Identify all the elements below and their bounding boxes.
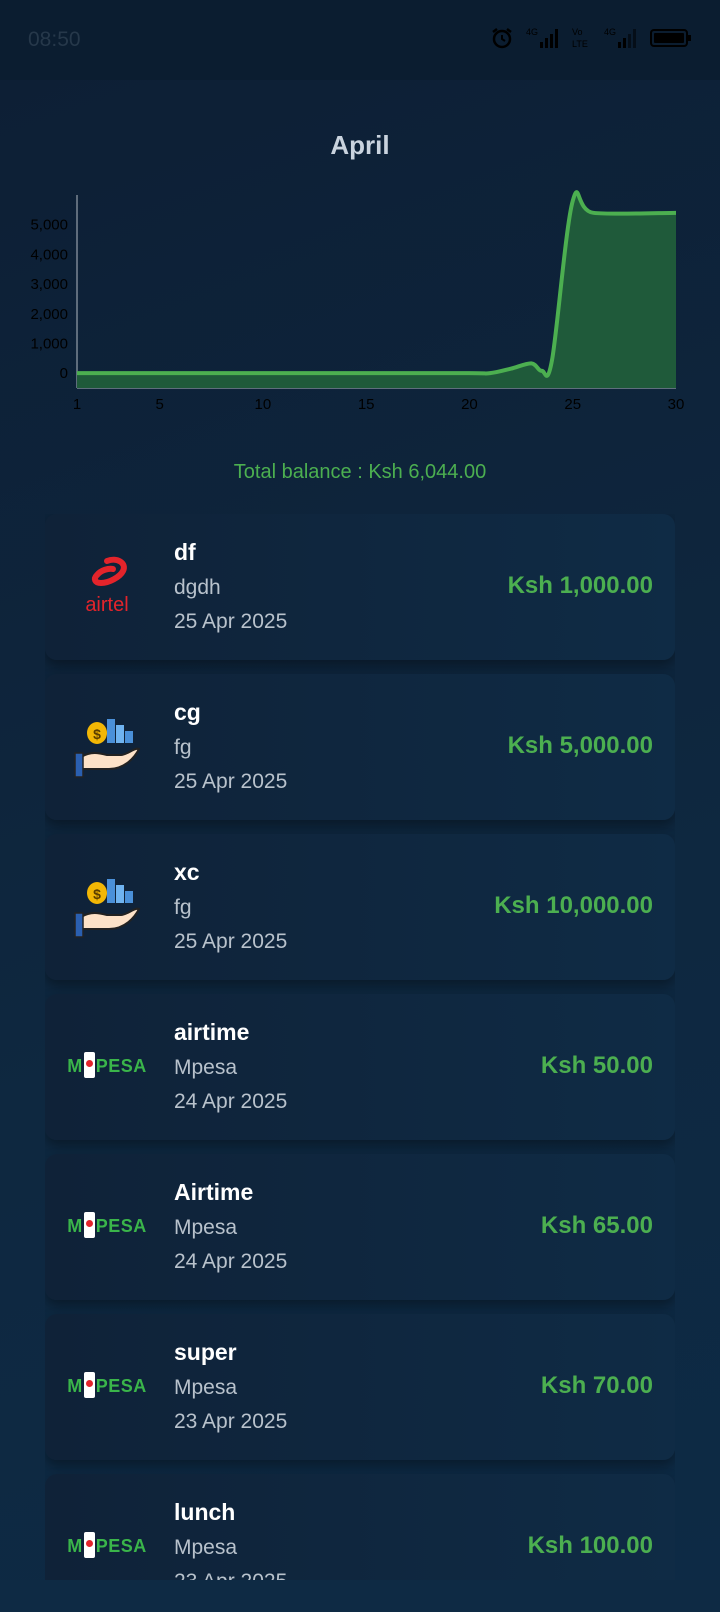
transaction-date: 23 Apr 2025 <box>174 1410 288 1433</box>
x-tick-labels: 1 5 10 15 20 25 30 <box>73 396 685 413</box>
y-tick-label: 4,000 <box>30 246 68 263</box>
y-tick-labels: 0 1,000 2,000 3,000 4,000 5,000 <box>30 217 68 382</box>
bottom-gap <box>0 1580 720 1612</box>
transaction-list[interactable]: airtel df dgdh 25 Apr 2025 Ksh 1,000.00 … <box>45 514 675 1580</box>
volte-icon: Vo LTE <box>572 27 588 49</box>
transaction-card[interactable]: $ xc fg 25 Apr 2025 Ksh 10,000.00 <box>45 834 675 980</box>
x-tick-label: 10 <box>255 396 272 413</box>
transaction-description: fg <box>174 896 192 919</box>
transaction-description: Mpesa <box>174 1216 238 1239</box>
status-bar: 08:50 4G Vo LTE 4G <box>0 0 720 80</box>
month-title: April <box>330 130 390 160</box>
transaction-date: 25 Apr 2025 <box>174 610 288 633</box>
x-tick-label: 1 <box>73 396 81 413</box>
transaction-amount: Ksh 1,000.00 <box>507 572 653 599</box>
svg-text:Vo: Vo <box>572 27 583 37</box>
mpesa-logo-icon: M PESA <box>67 1347 147 1427</box>
airtel-logo-icon: airtel <box>67 547 147 627</box>
transaction-date: 24 Apr 2025 <box>174 1090 288 1113</box>
transaction-description: Mpesa <box>174 1536 238 1559</box>
transaction-title: xc <box>174 859 200 885</box>
y-tick-label: 3,000 <box>30 276 68 293</box>
transaction-card[interactable]: M PESA super Mpesa 23 Apr 2025 Ksh 70.00 <box>45 1314 675 1460</box>
transaction-card[interactable]: airtel df dgdh 25 Apr 2025 Ksh 1,000.00 <box>45 514 675 660</box>
investment-hand-icon: $ <box>67 707 147 787</box>
svg-text:LTE: LTE <box>572 39 588 49</box>
transaction-amount: Ksh 65.00 <box>540 1212 653 1239</box>
transaction-description: fg <box>174 736 192 759</box>
battery-icon <box>650 29 691 47</box>
x-tick-label: 15 <box>358 396 375 413</box>
transaction-date: 25 Apr 2025 <box>174 770 288 793</box>
transaction-description: Mpesa <box>174 1056 238 1079</box>
transaction-amount: Ksh 100.00 <box>527 1532 653 1559</box>
transaction-amount: Ksh 5,000.00 <box>507 732 653 759</box>
transaction-date: 24 Apr 2025 <box>174 1250 288 1273</box>
investment-hand-icon: $ <box>67 867 147 947</box>
alarm-icon <box>492 28 512 49</box>
transaction-card[interactable]: M PESA airtime Mpesa 24 Apr 2025 Ksh 50.0… <box>45 994 675 1140</box>
transaction-amount: Ksh 10,000.00 <box>494 892 653 919</box>
x-tick-label: 5 <box>155 396 163 413</box>
transaction-title: lunch <box>174 1499 236 1525</box>
transaction-title: df <box>174 539 196 565</box>
transaction-title: super <box>174 1339 237 1365</box>
balance-area <box>77 192 676 388</box>
y-tick-label: 5,000 <box>30 217 68 234</box>
transaction-card[interactable]: $ cg fg 25 Apr 2025 Ksh 5,000.00 <box>45 674 675 820</box>
svg-text:4G: 4G <box>526 27 538 37</box>
transaction-card[interactable]: M PESA Airtime Mpesa 24 Apr 2025 Ksh 65.0… <box>45 1154 675 1300</box>
total-balance: Total balance : Ksh 6,044.00 <box>233 461 487 483</box>
mpesa-logo-icon: M PESA <box>67 1027 147 1107</box>
svg-text:$: $ <box>93 886 101 902</box>
transaction-title: airtime <box>174 1019 250 1045</box>
transaction-amount: Ksh 70.00 <box>540 1372 653 1399</box>
status-time: 08:50 <box>28 28 81 51</box>
transaction-title: cg <box>174 699 201 725</box>
transaction-description: dgdh <box>174 576 221 599</box>
transaction-description: Mpesa <box>174 1376 238 1399</box>
mpesa-logo-icon: M PESA <box>67 1507 147 1580</box>
transaction-card[interactable]: MPESA lunch Mpesa 23 Apr 2025 Ksh 100.00 <box>45 1474 675 1580</box>
balance-chart: 01,0002,0003,0004,0005,000 1 5 10 15 20 25 30 <box>30 190 685 413</box>
transaction-title: Airtime <box>174 1179 254 1205</box>
y-tick-label: 1,000 <box>30 335 68 352</box>
signal-4g-2-icon: 4G <box>604 27 636 48</box>
svg-text:4G: 4G <box>604 27 616 37</box>
x-tick-label: 25 <box>564 396 581 413</box>
y-tick-label: 0 <box>60 365 68 382</box>
transaction-date: 25 Apr 2025 <box>174 930 288 953</box>
status-icons: 4G Vo LTE 4G <box>490 26 692 50</box>
transaction-date: 23 Apr 2025 <box>174 1570 287 1580</box>
svg-text:$: $ <box>93 726 101 742</box>
x-tick-label: 20 <box>461 396 478 413</box>
mpesa-logo-icon: M PESA <box>67 1187 147 1267</box>
y-tick-label: 2,000 <box>30 306 68 323</box>
svg-text:airtel: airtel <box>85 594 128 616</box>
transaction-amount: Ksh 50.00 <box>540 1052 653 1079</box>
signal-4g-icon: 4G <box>526 27 558 48</box>
x-tick-label: 30 <box>668 396 685 413</box>
